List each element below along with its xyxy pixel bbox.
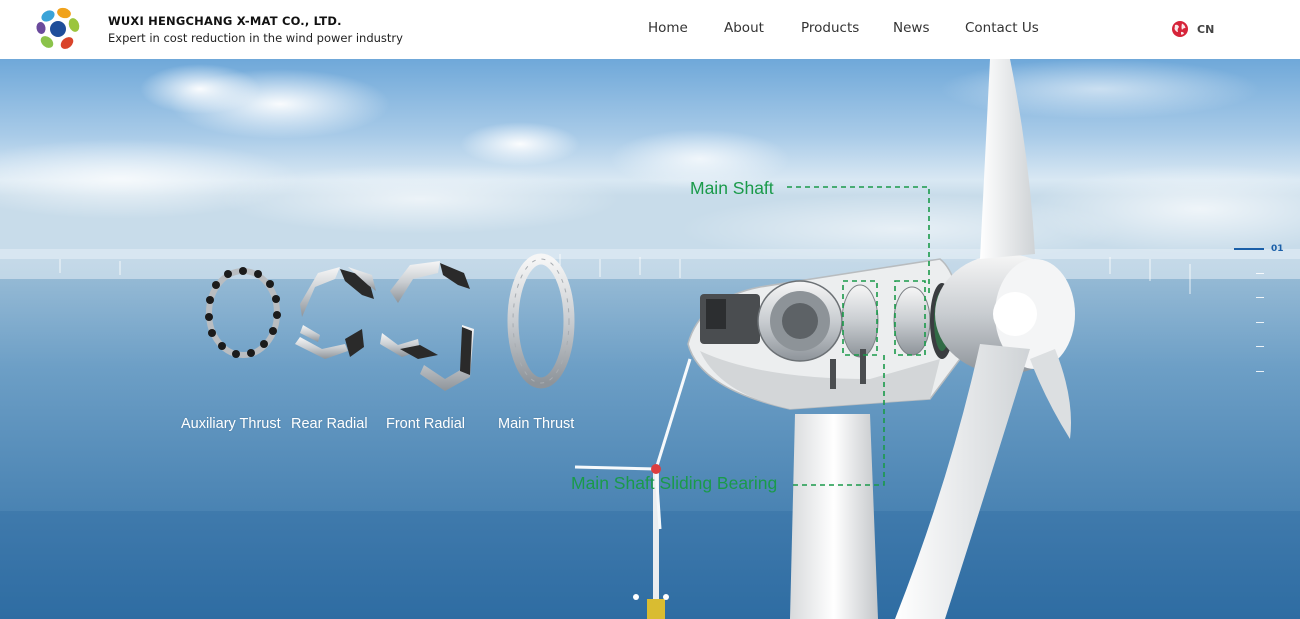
label-main-thrust: Main Thrust [498,416,575,432]
slide-number: 01 [1271,244,1284,254]
label-rear-radial: Rear Radial [291,416,368,432]
slide-indicator-tick[interactable] [1256,297,1264,298]
language-label: CN [1197,23,1215,36]
nav-contact-us[interactable]: Contact Us [965,20,1039,36]
slide-indicator-tick[interactable] [1256,346,1264,347]
turbine-illustration [205,59,1075,619]
slide-indicator-tick[interactable] [1256,273,1264,274]
slide-indicator: 01 [1234,240,1284,440]
hero-banner: Main Shaft Main Shaft Sliding Bearing Au… [0,59,1300,619]
brand-block[interactable]: WUXI HENGCHANG X-MAT CO., LTD. Expert in… [108,14,403,45]
label-auxiliary-thrust: Auxiliary Thrust [181,416,281,432]
petal-logo-icon[interactable] [34,7,82,53]
nav-products[interactable]: Products [801,20,859,36]
pager-dot[interactable] [633,594,639,600]
callout-main-shaft-sliding-bearing: Main Shaft Sliding Bearing [571,473,778,493]
slide-indicator-tick[interactable] [1256,371,1264,372]
front-radial-bearing [380,261,474,391]
globe-icon [1172,21,1188,37]
pager-dot[interactable] [663,594,669,600]
turbine-blade-right [1030,349,1071,439]
company-name: WUXI HENGCHANG X-MAT CO., LTD. [108,14,342,28]
nav-home[interactable]: Home [648,20,688,36]
site-header: WUXI HENGCHANG X-MAT CO., LTD. Expert in… [0,0,1300,59]
nav-news[interactable]: News [893,20,929,36]
callout-main-shaft: Main Shaft [690,178,774,198]
turbine-blade-top [980,59,1035,259]
slide-indicator-tick[interactable] [1256,322,1264,323]
label-front-radial: Front Radial [386,416,465,432]
nav-about[interactable]: About [724,20,764,36]
auxiliary-thrust-bearing [205,267,281,358]
rear-radial-bearing [295,267,376,359]
slide-indicator-active[interactable] [1234,248,1264,250]
main-thrust-bearing [507,253,575,389]
company-tagline: Expert in cost reduction in the wind pow… [108,31,403,45]
carousel-pager [631,594,671,602]
turbine-tower [790,414,878,619]
